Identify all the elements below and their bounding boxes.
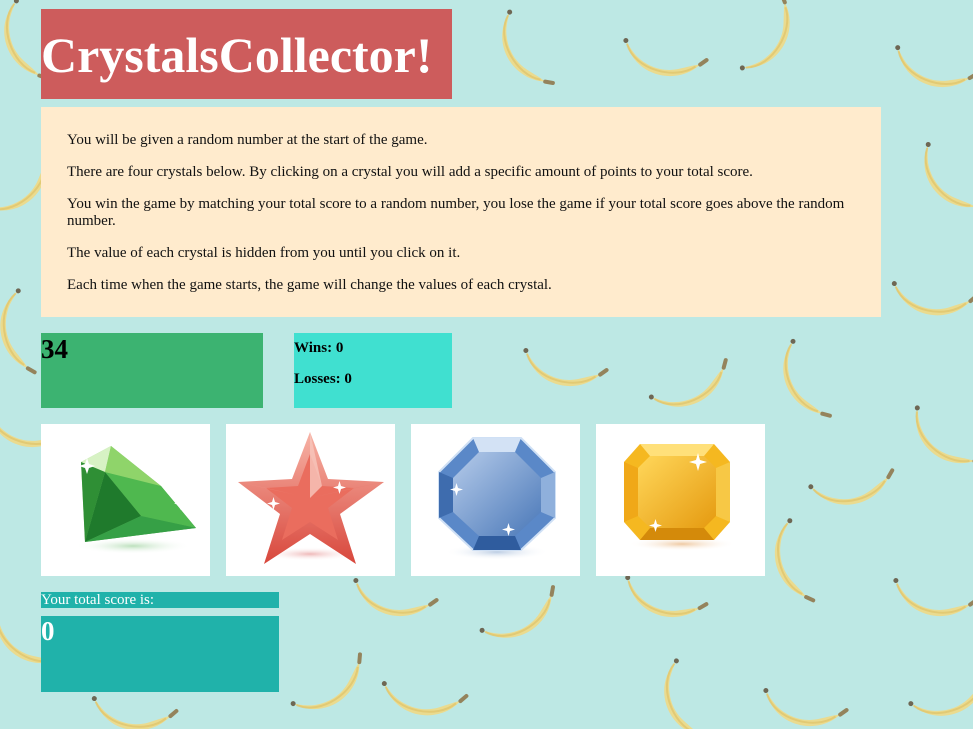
total-score-label: Your total score is:	[41, 592, 279, 608]
instruction-line: You win the game by matching your total …	[67, 196, 845, 229]
instruction-line: You will be given a random number at the…	[67, 132, 428, 148]
green-diamond-icon	[75, 446, 196, 554]
title-banner: CrystalsCollector!	[41, 9, 452, 99]
instructions-panel: You will be given a random number at the…	[41, 107, 881, 317]
stats-panel: Wins: 0 Losses: 0	[294, 333, 452, 408]
instruction-line: There are four crystals below. By clicki…	[67, 164, 753, 180]
yellow-emerald-icon	[624, 444, 736, 551]
red-star-icon	[238, 432, 384, 564]
blue-octagon-icon	[438, 437, 556, 560]
instruction-line: Each time when the game starts, the game…	[67, 277, 552, 293]
total-score-value: 0	[41, 616, 55, 646]
target-number: 34	[41, 334, 68, 364]
crystal-button-green[interactable]	[41, 424, 210, 576]
target-number-box: 34	[41, 333, 263, 408]
total-score-box: 0	[41, 616, 279, 692]
instruction-line: The value of each crystal is hidden from…	[67, 245, 461, 261]
losses-count: Losses: 0	[294, 371, 352, 387]
wins-count: Wins: 0	[294, 340, 344, 356]
crystal-button-red[interactable]	[226, 424, 395, 576]
page-title: CrystalsCollector!	[41, 27, 433, 83]
crystal-button-blue[interactable]	[411, 424, 580, 576]
crystal-button-yellow[interactable]	[596, 424, 765, 576]
